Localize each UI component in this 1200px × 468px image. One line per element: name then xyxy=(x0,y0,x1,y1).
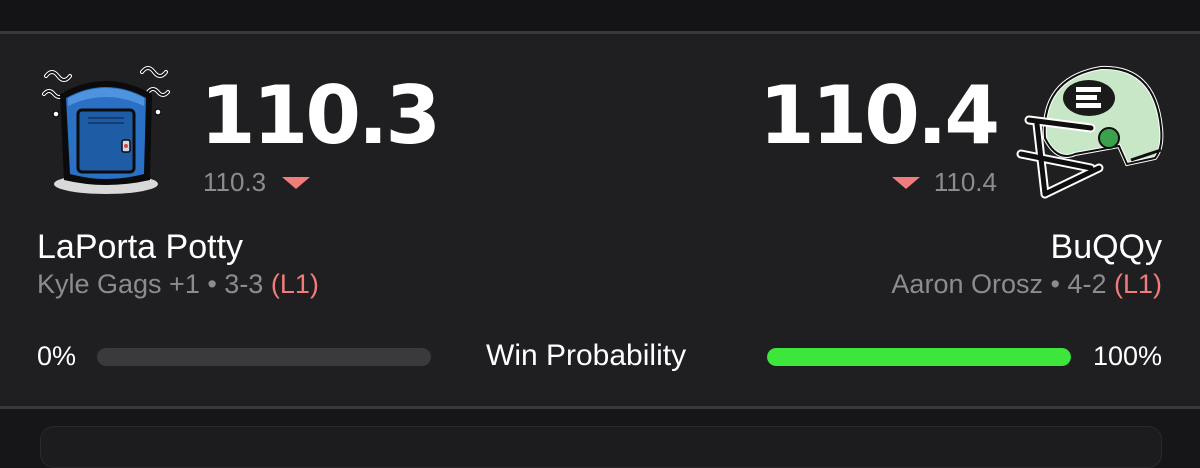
home-owner-record-text: Kyle Gags +1 • 3-3 xyxy=(37,269,264,299)
home-projected: 110.3 xyxy=(203,167,311,197)
home-streak: (L1) xyxy=(270,269,319,299)
away-streak: (L1) xyxy=(1113,269,1162,299)
home-win-probability: 0% xyxy=(37,341,77,371)
trend-down-icon xyxy=(282,177,311,189)
home-projected-value: 110.3 xyxy=(203,167,267,197)
away-win-probability: 100% xyxy=(1092,341,1162,371)
previous-section xyxy=(0,0,1200,31)
home-team-name[interactable]: LaPorta Potty xyxy=(37,228,243,266)
away-team-name[interactable]: BuQQy xyxy=(1051,228,1162,266)
away-projected-value: 110.4 xyxy=(933,167,997,197)
next-matchup-card[interactable] xyxy=(40,426,1162,468)
portable-toilet-icon[interactable] xyxy=(38,56,178,198)
away-owner-record-text: Aaron Orosz • 4-2 xyxy=(891,269,1107,299)
home-win-probability-bar xyxy=(97,348,431,366)
divider xyxy=(0,406,1200,409)
away-score: 110.4 xyxy=(758,69,1000,162)
football-helmet-icon[interactable] xyxy=(1015,58,1165,206)
away-win-probability-bar xyxy=(767,348,1071,366)
home-owner-record: Kyle Gags +1 • 3-3 (L1) xyxy=(37,268,319,300)
trend-down-icon xyxy=(891,177,920,189)
away-win-probability-fill xyxy=(767,348,1071,366)
home-score: 110.3 xyxy=(200,69,441,162)
win-probability-title: Win Probability xyxy=(486,339,687,372)
away-owner-record: Aaron Orosz • 4-2 (L1) xyxy=(891,268,1162,300)
away-projected: 110.4 xyxy=(891,167,997,197)
